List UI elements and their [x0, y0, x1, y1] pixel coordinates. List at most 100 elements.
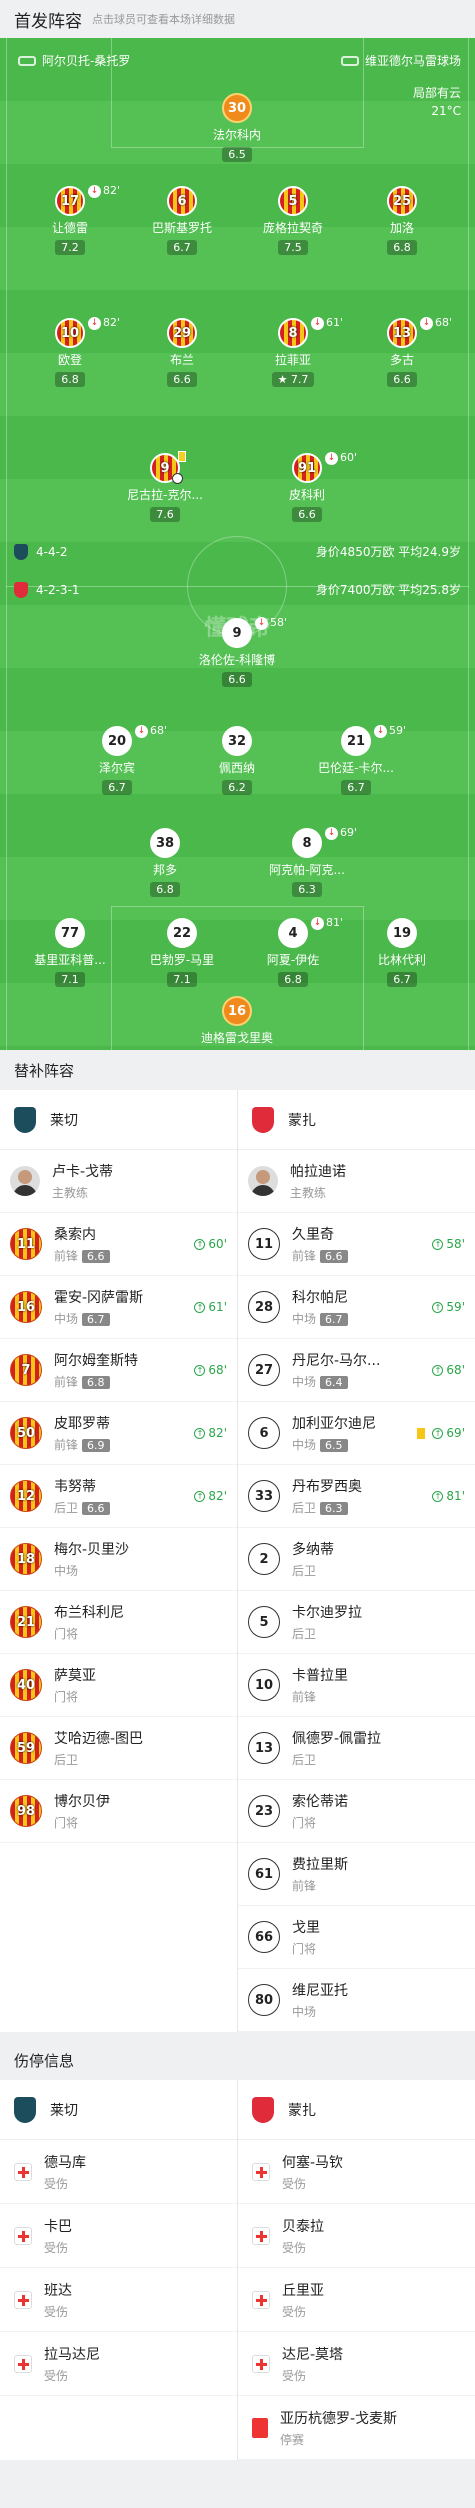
player-number-badge: 16 [222, 996, 252, 1026]
injury-row[interactable]: 卡巴 受伤 [0, 2204, 237, 2268]
home-player[interactable]: 5 庞格拉契奇 7.5 [233, 186, 353, 255]
player-name: 法尔科内 [212, 128, 261, 142]
home-player[interactable]: 8 ↓ 61' 拉菲亚 ★ 7.7 [233, 316, 353, 387]
sub-player-row[interactable]: 12 韦努蒂 后卫 6.6 ↑ 82' [0, 1465, 237, 1528]
home-player[interactable]: 30 法尔科内 6.5 [177, 93, 297, 162]
sub-player-row[interactable]: 98 博尔贝伊 门将 [0, 1780, 237, 1843]
medical-kit-icon [14, 2354, 32, 2373]
injury-row[interactable]: 丘里亚 受伤 [238, 2268, 475, 2332]
sub-player-row[interactable]: 23 索伦蒂诺 门将 [238, 1780, 475, 1843]
injury-row[interactable]: 贝泰拉 受伤 [238, 2204, 475, 2268]
home-player[interactable]: 9 尼古拉-克尔... 7.6 [105, 451, 225, 522]
player-position-line: 前锋 [292, 1877, 348, 1894]
sub-player-row[interactable]: 40 萨莫亚 门将 [0, 1654, 237, 1717]
away-player[interactable]: 77 基里亚科普... 7.1 [10, 918, 130, 987]
injury-row[interactable]: 班达 受伤 [0, 2268, 237, 2332]
sub-player-row[interactable]: 21 布兰科利尼 门将 [0, 1591, 237, 1654]
away-player[interactable]: 4 ↓ 81' 阿夏-伊佐 6.8 [233, 916, 353, 987]
injury-info: 班达 受伤 [44, 2280, 72, 2320]
home-player[interactable]: 13 ↓ 68' 多古 6.6 [342, 316, 462, 387]
player-position: 中场 [54, 1564, 79, 1578]
sub-player-row[interactable]: 13 佩德罗-佩雷拉 后卫 [238, 1717, 475, 1780]
player-rating: 6.7 [341, 780, 371, 795]
injury-row[interactable]: 达尼-莫塔 受伤 [238, 2332, 475, 2396]
home-injury-team[interactable]: 莱切 [0, 2080, 237, 2140]
player-name: 亚历杭德罗-戈麦斯 [280, 2410, 398, 2427]
injury-row[interactable]: 德马库 受伤 [0, 2140, 237, 2204]
sub-player-row[interactable]: 7 阿尔姆奎斯特 前锋 6.8 ↑ 68' [0, 1339, 237, 1402]
away-team-row[interactable]: 蒙扎 [238, 1090, 475, 1150]
sub-minute: 69' [340, 826, 358, 839]
sub-in-minute: ↑ 82' [194, 1426, 227, 1440]
player-info: 卡尔迪罗拉 后卫 [292, 1602, 362, 1642]
home-player[interactable]: 91 ↓ 60' 皮科利 6.6 [247, 451, 367, 522]
medical-kit-icon [252, 2162, 270, 2181]
home-coach[interactable]: 卢卡-戈蒂 主教练 [0, 1150, 237, 1213]
minute-text: 68' [446, 1363, 465, 1377]
sub-player-row[interactable]: 80 维尼亚托 中场 [238, 1969, 475, 2032]
away-coach[interactable]: 帕拉迪诺 主教练 [238, 1150, 475, 1213]
sub-player-row[interactable]: 2 多纳蒂 后卫 [238, 1528, 475, 1591]
home-player[interactable]: 29 布兰 6.6 [122, 318, 242, 387]
subs-section-title: 替补阵容 [0, 1050, 475, 1090]
away-player[interactable]: 16迪格雷戈里奥6.8 [177, 996, 297, 1050]
player-number-badge: 28 [248, 1291, 280, 1323]
sub-player-row[interactable]: 16 霍安-冈萨雷斯 中场 6.7 ↑ 61' [0, 1276, 237, 1339]
away-player[interactable]: 32 佩西纳 6.2 [177, 726, 297, 795]
home-team-title: 莱切 [50, 2102, 78, 2119]
player-rating: 6.8 [150, 882, 180, 897]
sub-player-row[interactable]: 33 丹布罗西奥 后卫 6.3 ↑ 81' [238, 1465, 475, 1528]
away-player[interactable]: 38 邦多 6.8 [105, 828, 225, 897]
player-number-badge: 29 [167, 318, 197, 348]
injury-row[interactable]: 拉马达尼 受伤 [0, 2332, 237, 2396]
lecce-crest-icon [14, 1106, 36, 1133]
home-player[interactable]: 10 ↓ 82' 欧登 6.8 [10, 316, 130, 387]
minute-text: 82' [208, 1426, 227, 1440]
player-name: 巴伦廷-卡尔... [318, 761, 394, 775]
injury-row[interactable]: 亚历杭德罗-戈麦斯 停赛 [238, 2396, 475, 2460]
player-position: 中场 [292, 1312, 317, 1326]
away-player[interactable]: 20 ↓ 68' 泽尔宾 6.7 [57, 724, 177, 795]
sub-player-row[interactable]: 11 桑索内 前锋 6.6 ↑ 60' [0, 1213, 237, 1276]
away-player[interactable]: 22 巴勃罗-马里 7.1 [122, 918, 242, 987]
sub-in-minute: ↑ 58' [432, 1237, 465, 1251]
sub-player-row[interactable]: 27 丹尼尔-马尔... 中场 6.4 ↑ 68' [238, 1339, 475, 1402]
sub-player-row[interactable]: 18 梅尔-贝里沙 中场 [0, 1528, 237, 1591]
sub-player-row[interactable]: 61 费拉里斯 前锋 [238, 1843, 475, 1906]
player-position-line: 中场 6.7 [54, 1310, 143, 1327]
player-info: 桑索内 前锋 6.6 [54, 1224, 110, 1264]
player-rating: 6.6 [167, 372, 197, 387]
sub-event: ↓ 68' [420, 316, 452, 330]
player-number-badge: 22 [167, 918, 197, 948]
player-name: 佩西纳 [218, 761, 255, 775]
yellow-card-icon [417, 1427, 426, 1439]
away-player[interactable]: 21 ↓ 59' 巴伦廷-卡尔... 6.7 [296, 724, 416, 795]
away-player[interactable]: 8 ↓ 69' 阿克帕-阿克... 6.3 [247, 826, 367, 897]
sub-player-row[interactable]: 28 科尔帕尼 中场 6.7 ↑ 59' [238, 1276, 475, 1339]
away-injury-team[interactable]: 蒙扎 [238, 2080, 475, 2140]
sub-player-row[interactable]: 11 久里奇 前锋 6.6 ↑ 58' [238, 1213, 475, 1276]
minute-text: 61' [208, 1300, 227, 1314]
sub-player-row[interactable]: 5 卡尔迪罗拉 后卫 [238, 1591, 475, 1654]
player-name: 卡尔迪罗拉 [292, 1605, 362, 1621]
player-number-badge: 21 [341, 726, 371, 756]
player-name: 布兰 [169, 353, 194, 367]
home-player[interactable]: 25 加洛 6.8 [342, 186, 462, 255]
player-name: 丹布罗西奥 [292, 1479, 362, 1495]
sub-player-row[interactable]: 59 艾哈迈德-图巴 后卫 [0, 1717, 237, 1780]
home-team-row[interactable]: 莱切 [0, 1090, 237, 1150]
injury-status: 受伤 [44, 2240, 69, 2255]
sub-player-row[interactable]: 10 卡普拉里 前锋 [238, 1654, 475, 1717]
sub-player-row[interactable]: 6 加利亚尔迪尼 中场 6.5 ↑ 69' [238, 1402, 475, 1465]
away-player[interactable]: 9 ↓ 58' 洛伦佐-科隆博 6.6 [177, 616, 297, 687]
away-player[interactable]: 19 比林代利 6.7 [342, 918, 462, 987]
sub-in-icon: ↑ [194, 1427, 206, 1439]
home-player[interactable]: 6 巴斯基罗托 6.7 [122, 186, 242, 255]
injury-row[interactable]: 何塞-马钦 受伤 [238, 2140, 475, 2204]
player-name: 费拉里斯 [292, 1857, 348, 1873]
player-number-badge: 6 [248, 1417, 280, 1449]
home-player[interactable]: 17 ↓ 82' 让德雷 7.2 [10, 184, 130, 255]
sub-player-row[interactable]: 66 戈里 门将 [238, 1906, 475, 1969]
sub-player-row[interactable]: 50 皮耶罗蒂 前锋 6.9 ↑ 82' [0, 1402, 237, 1465]
player-info: 艾哈迈德-图巴 后卫 [54, 1728, 143, 1768]
